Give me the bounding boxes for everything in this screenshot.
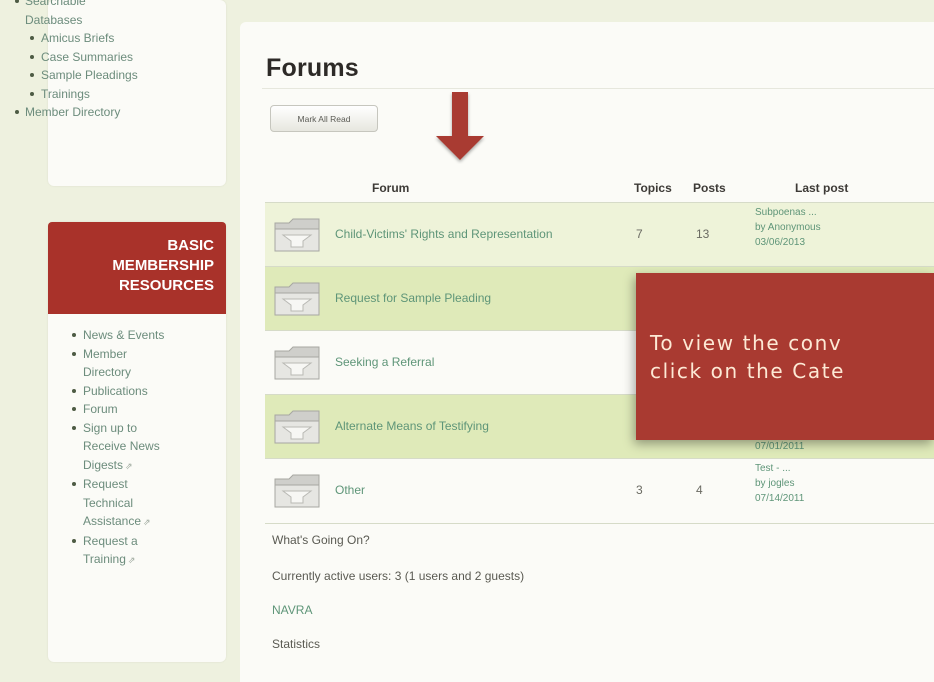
- sidebar-item-searchable-databases[interactable]: Searchable Databases: [12, 0, 182, 29]
- column-header-posts: Posts: [693, 181, 726, 195]
- external-link-icon: ⇗: [125, 460, 133, 471]
- title-divider: [262, 88, 934, 89]
- sidebar-item-sample-pleadings[interactable]: Sample Pleadings: [12, 66, 182, 85]
- last-post-date: 07/14/2011: [755, 493, 805, 504]
- sidebar-item-member-directory-2[interactable]: Member Directory: [54, 345, 219, 382]
- forum-link[interactable]: Child-Victims' Rights and Representation: [335, 227, 553, 241]
- sidebar-item-amicus-briefs[interactable]: Amicus Briefs: [12, 29, 182, 48]
- mark-all-read-button[interactable]: Mark All Read: [270, 105, 378, 132]
- sidebar-item-news-digests[interactable]: Sign up to Receive News Digests ⇗: [54, 419, 219, 476]
- active-users-text: Currently active users: 3 (1 users and 2…: [272, 569, 525, 583]
- posts-count: 4: [696, 483, 703, 497]
- external-link-icon: ⇗: [143, 517, 151, 527]
- column-header-forum: Forum: [372, 181, 410, 195]
- callout-line-1: To view the conv: [650, 331, 843, 355]
- instruction-callout: To view the conv click on the Cate: [636, 273, 934, 440]
- statistics-heading: Statistics: [272, 637, 321, 651]
- sidebar-item-member-directory[interactable]: Member Directory: [12, 103, 182, 122]
- last-post-author[interactable]: by jogles: [755, 476, 804, 491]
- last-post-link[interactable]: Test - ...: [755, 461, 804, 476]
- forum-link[interactable]: Request for Sample Pleading: [335, 291, 491, 305]
- callout-line-2: click on the Cate: [650, 359, 846, 383]
- forum-link[interactable]: Other: [335, 483, 365, 497]
- folder-icon: [274, 282, 320, 316]
- sidebar-item-publications[interactable]: Publications: [54, 382, 219, 401]
- sidebar-item-case-summaries[interactable]: Case Summaries: [12, 48, 182, 67]
- last-post-date: 03/06/2013: [755, 237, 806, 248]
- sidebar-item-technical-assistance[interactable]: Request Technical Assistance ⇗: [54, 475, 219, 532]
- forum-link[interactable]: Seeking a Referral: [335, 355, 434, 369]
- basic-membership-banner: BASIC MEMBERSHIP RESOURCES: [48, 222, 226, 314]
- posts-count: 13: [696, 227, 710, 241]
- sidebar-item-request-training[interactable]: Request a Training ⇗: [54, 532, 219, 570]
- last-post-date: 07/01/2011: [755, 441, 805, 452]
- folder-icon: [274, 474, 320, 508]
- forum-row: Other 3 4 Test - ... by jogles 07/14/201…: [265, 458, 934, 524]
- topics-count: 7: [636, 227, 643, 241]
- topics-count: 3: [636, 483, 643, 497]
- sidebar-item-news-events[interactable]: News & Events: [54, 326, 219, 345]
- last-post-author[interactable]: by Anonymous: [755, 220, 821, 235]
- column-header-last-post: Last post: [795, 181, 849, 195]
- last-post-info: 07/01/2011: [755, 439, 804, 454]
- whats-going-on-heading: What's Going On?: [272, 533, 370, 547]
- forum-row: Child-Victims' Rights and Representation…: [265, 202, 934, 267]
- folder-icon: [274, 346, 320, 380]
- last-post-link[interactable]: Subpoenas ...: [755, 205, 821, 220]
- sidebar-item-trainings[interactable]: Trainings: [12, 85, 182, 104]
- forum-link[interactable]: Alternate Means of Testifying: [335, 419, 489, 433]
- last-post-info: Subpoenas ... by Anonymous 03/06/2013: [755, 205, 821, 250]
- last-post-info: Test - ... by jogles 07/14/2011: [755, 461, 804, 506]
- navra-link[interactable]: NAVRA: [272, 603, 312, 617]
- down-arrow-icon: [436, 92, 484, 160]
- folder-icon: [274, 410, 320, 444]
- page-title: Forums: [266, 54, 359, 82]
- column-header-topics: Topics: [634, 181, 672, 195]
- folder-icon: [274, 218, 320, 252]
- external-link-icon: ⇗: [127, 555, 136, 565]
- sidebar-item-forum[interactable]: Forum: [54, 400, 219, 419]
- sidebar-basic-menu: News & Events Member Directory Publicati…: [54, 326, 219, 570]
- sidebar-top-menu: Searchable Databases Amicus Briefs Case …: [12, 0, 182, 122]
